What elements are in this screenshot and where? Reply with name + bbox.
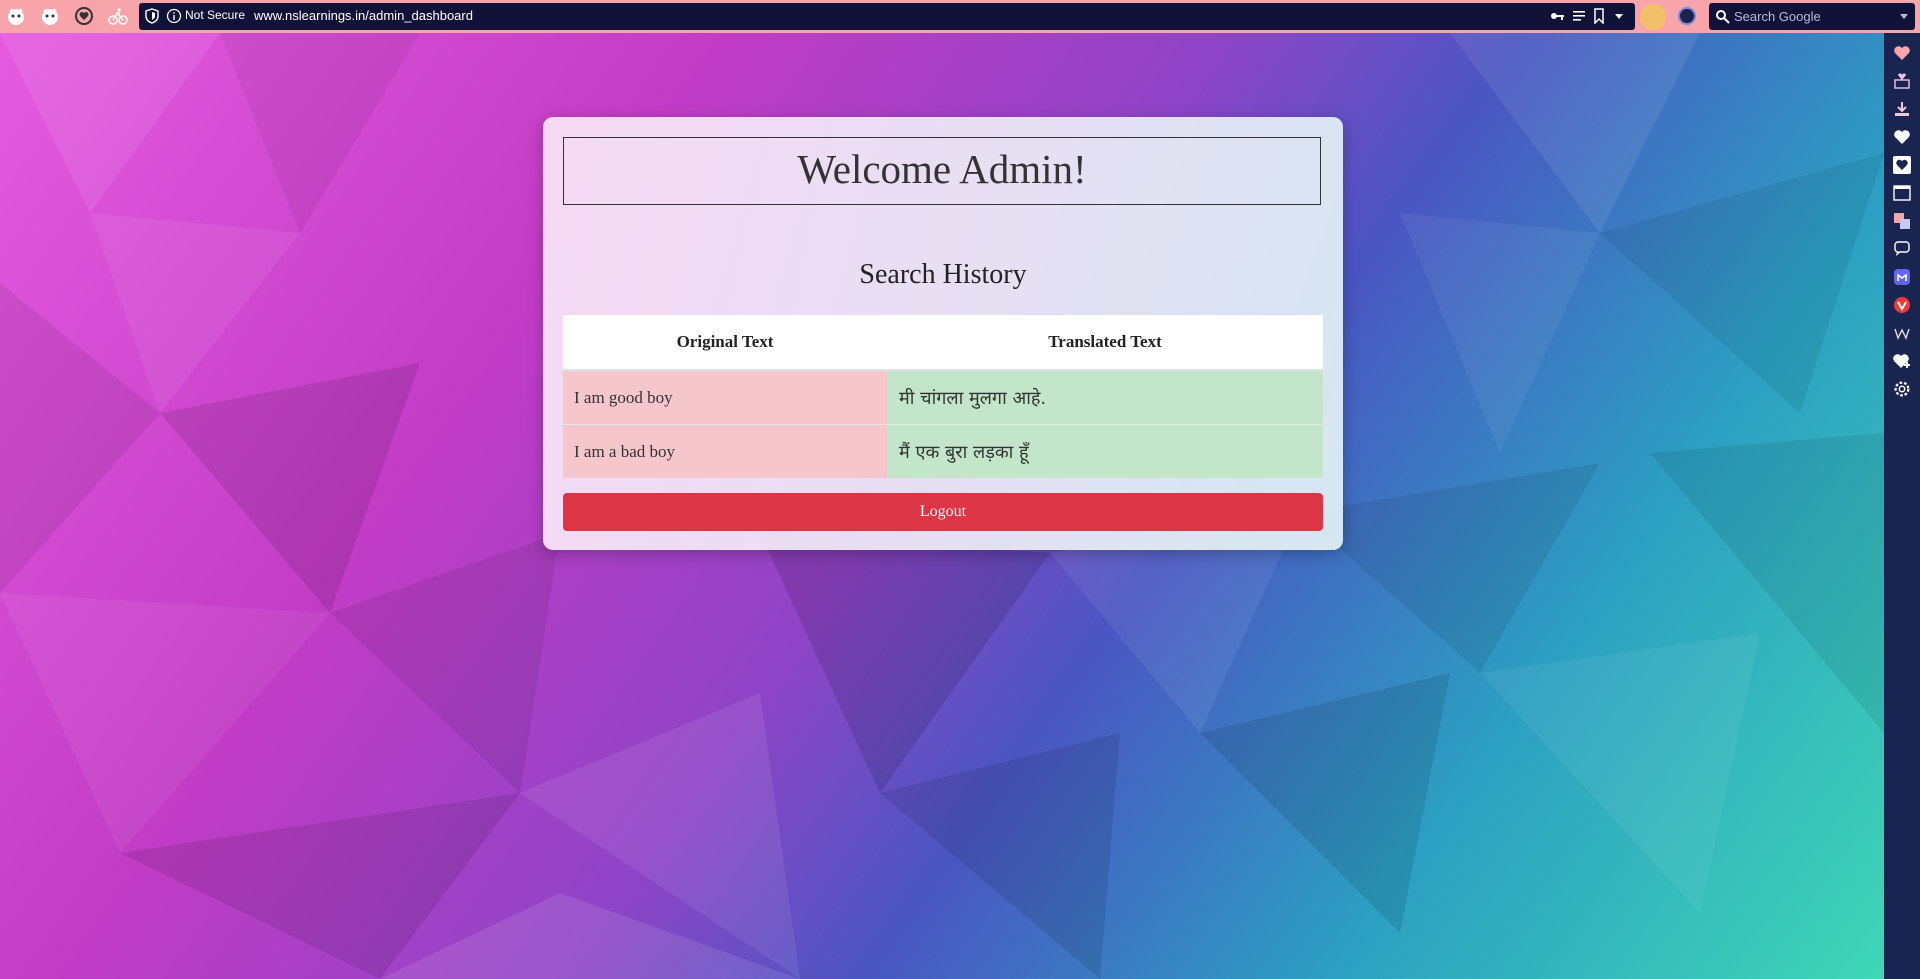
mastodon-icon[interactable] — [1892, 267, 1912, 287]
heart-badge-tab-icon[interactable] — [72, 4, 96, 28]
table-row: I am a bad boy मैं एक बुरा लड़का हूँ — [563, 424, 1323, 478]
translate-icon[interactable] — [1892, 211, 1912, 231]
search-icon — [1716, 10, 1730, 24]
browser-top-bar: Not Secure www.nslearnings.in/admin_dash… — [0, 0, 1920, 33]
download-icon[interactable] — [1892, 99, 1912, 119]
cat-tab-icon[interactable] — [4, 4, 28, 28]
admin-dashboard-card: Welcome Admin! Search History Original T… — [543, 117, 1343, 550]
info-icon[interactable] — [166, 8, 182, 29]
translated-text-cell: मी चांगला मुलगा आहे. — [887, 369, 1323, 425]
column-header-original: Original Text — [563, 315, 887, 371]
chat-icon[interactable] — [1892, 239, 1912, 259]
column-header-translated: Translated Text — [887, 315, 1323, 371]
search-placeholder: Search Google — [1734, 9, 1821, 24]
profile-icon[interactable] — [1678, 7, 1696, 25]
cat-tab-icon[interactable] — [38, 4, 62, 28]
key-icon[interactable] — [1549, 8, 1565, 29]
avatar[interactable] — [1640, 4, 1666, 30]
table-row: I am good boy मी चांगला मुलगा आहे. — [563, 369, 1323, 425]
heart-icon[interactable] — [1892, 155, 1912, 175]
bookmark-icon[interactable] — [1592, 8, 1606, 29]
heart-icon[interactable] — [1892, 43, 1912, 63]
section-title: Search History — [859, 259, 1027, 290]
wikipedia-icon[interactable] — [1892, 323, 1912, 343]
page-background: Welcome Admin! Search History Original T… — [0, 33, 1884, 979]
table-header-row: Original Text Translated Text — [563, 315, 1323, 371]
logout-button[interactable]: Logout — [563, 493, 1323, 531]
heart-add-icon[interactable] — [1892, 351, 1912, 371]
page-title: Welcome Admin! — [563, 137, 1321, 205]
gift-icon[interactable] — [1892, 71, 1912, 91]
settings-icon[interactable] — [1892, 379, 1912, 399]
translated-text-cell: मैं एक बुरा लड़का हूँ — [887, 424, 1323, 478]
chevron-down-icon[interactable] — [1613, 8, 1625, 29]
url-text[interactable]: www.nslearnings.in/admin_dashboard — [254, 8, 473, 23]
side-panel — [1884, 33, 1920, 979]
heart-icon[interactable] — [1892, 127, 1912, 147]
address-bar[interactable]: Not Secure www.nslearnings.in/admin_dash… — [139, 3, 1635, 30]
search-field[interactable]: Search Google — [1709, 3, 1915, 30]
security-status[interactable]: Not Secure — [185, 8, 245, 22]
vivaldi-icon[interactable] — [1892, 295, 1912, 315]
search-engine-dropdown-icon[interactable] — [1899, 11, 1909, 21]
original-text-cell: I am a bad boy — [563, 424, 887, 478]
search-history-table: Original Text Translated Text I am good … — [563, 315, 1323, 478]
reader-view-icon[interactable] — [1571, 8, 1587, 29]
cyclist-tab-icon[interactable] — [106, 4, 130, 28]
shield-icon[interactable] — [145, 8, 159, 29]
original-text-cell: I am good boy — [563, 369, 887, 425]
window-icon[interactable] — [1892, 183, 1912, 203]
